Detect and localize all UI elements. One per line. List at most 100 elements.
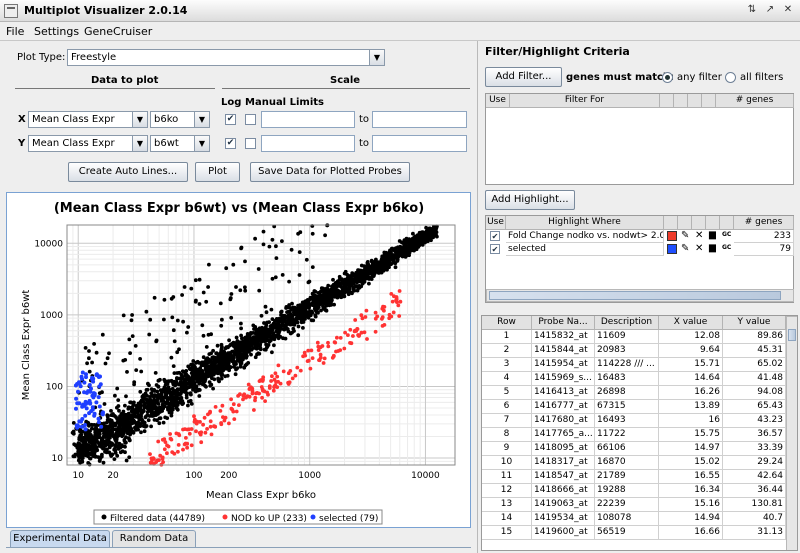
table-cell: 16870 — [595, 456, 659, 470]
data-point-filtered — [220, 317, 224, 322]
genecruiser-icon[interactable]: GC — [722, 231, 731, 238]
plot-button[interactable]: Plot — [195, 162, 240, 182]
any-filter-radio[interactable] — [662, 72, 673, 83]
column-header[interactable]: Y value — [723, 316, 786, 330]
table-row[interactable]: ✔ selected ✎ ✕ ▆ GC 79 — [486, 243, 794, 256]
table-row[interactable]: 10 1418317_at 16870 15.02 29.24 — [482, 456, 786, 470]
table-cell: 1418547_at — [532, 470, 595, 484]
table-row[interactable]: 7 1417680_at 16493 16 43.23 — [482, 414, 786, 428]
table-row[interactable]: ✔ Fold Change nodko vs. nodwt> 2.0 ✎ ✕ ▆… — [486, 230, 794, 243]
x-class-select[interactable]: b6ko ▼ — [150, 111, 210, 128]
save-data-button[interactable]: Save Data for Plotted Probes — [250, 162, 410, 182]
table-row[interactable]: 5 1416413_at 26898 16.26 94.08 — [482, 386, 786, 400]
table-row[interactable]: 1 1415832_at 11609 12.08 89.86 — [482, 330, 786, 344]
table-cell: 65.43 — [723, 400, 786, 414]
delete-icon[interactable]: ✕ — [695, 243, 703, 254]
pencil-icon[interactable]: ✎ — [681, 230, 689, 241]
menu-settings[interactable]: Settings — [34, 25, 79, 38]
data-point-nod-ko-up — [331, 354, 336, 359]
data-point-filtered — [372, 273, 376, 278]
use-checkbox[interactable]: ✔ — [490, 244, 500, 254]
y-min-field[interactable] — [261, 135, 355, 152]
data-point-nod-ko-up — [212, 424, 216, 429]
color-swatch[interactable] — [667, 231, 677, 241]
table-row[interactable]: 11 1418547_at 21789 16.55 42.64 — [482, 470, 786, 484]
data-point-filtered — [239, 348, 244, 353]
table-row[interactable]: 14 1419534_at 108078 14.94 40.7 — [482, 512, 786, 526]
x-manual-checkbox[interactable] — [245, 114, 256, 125]
table-row[interactable]: 2 1415844_at 20983 9.64 45.31 — [482, 344, 786, 358]
use-checkbox[interactable]: ✔ — [490, 231, 500, 241]
y-log-checkbox[interactable]: ✔ — [225, 138, 236, 149]
data-point-nod-ko-up — [317, 358, 322, 363]
data-point-nod-ko-up — [326, 344, 331, 349]
color-swatch[interactable] — [667, 244, 677, 254]
data-point-filtered — [280, 273, 285, 277]
data-point-nod-ko-up — [338, 336, 343, 340]
scrollbar-thumb[interactable] — [489, 291, 781, 300]
table-row[interactable]: 4 1415969_s... 16483 14.64 41.48 — [482, 372, 786, 386]
data-point-selected — [84, 375, 88, 380]
genecruiser-icon[interactable]: GC — [722, 244, 731, 251]
x-max-field[interactable] — [372, 111, 467, 128]
table-row[interactable]: 9 1418095_at 66106 14.97 33.39 — [482, 442, 786, 456]
data-point-filtered — [138, 424, 143, 428]
y-measure-select[interactable]: Mean Class Expr ▼ — [28, 135, 148, 152]
highlight-table[interactable]: Use Highlight Where # genes ✔ Fold Chang… — [485, 215, 794, 303]
restore-icon[interactable]: ⇅ — [744, 3, 760, 18]
x-min-field[interactable] — [261, 111, 355, 128]
column-header — [720, 216, 734, 230]
table-row[interactable]: 6 1416777_at 67315 13.89 65.43 — [482, 400, 786, 414]
table-row[interactable]: 15 1419600_at 56519 16.66 31.13 — [482, 526, 786, 540]
table-row[interactable]: 13 1419063_at 22239 15.16 130.81 — [482, 498, 786, 512]
data-point-nod-ko-up — [219, 422, 224, 427]
table-row[interactable]: 8 1417765_a... 11722 15.75 36.57 — [482, 428, 786, 442]
pencil-icon[interactable]: ✎ — [681, 243, 689, 254]
column-header[interactable]: Probe Na... — [532, 316, 595, 330]
y-manual-checkbox[interactable] — [245, 138, 256, 149]
data-point-filtered — [197, 394, 202, 398]
data-point-filtered — [72, 442, 77, 447]
column-header[interactable]: X value — [659, 316, 723, 330]
data-point-filtered — [219, 323, 224, 328]
vertical-scrollbar[interactable] — [786, 316, 797, 550]
data-point-filtered — [122, 438, 127, 443]
table-body: 1 1415832_at 11609 12.08 89.86 2 1415844_at 209… — [482, 330, 786, 550]
filter-table[interactable]: Use Filter For # genes — [485, 93, 794, 185]
tab-random-data[interactable]: Random Data — [112, 530, 196, 547]
data-point-nod-ko-up — [346, 333, 350, 337]
delete-icon[interactable]: ✕ — [695, 230, 703, 241]
horizontal-scrollbar[interactable] — [486, 289, 794, 302]
column-header[interactable]: Row — [482, 316, 532, 330]
data-point-filtered — [172, 403, 177, 408]
table-row[interactable]: 12 1418666_at 19288 16.34 36.44 — [482, 484, 786, 498]
close-icon[interactable]: ✕ — [780, 3, 796, 18]
data-point-nod-ko-up — [267, 386, 272, 390]
y-max-field[interactable] — [372, 135, 467, 152]
tab-experimental-data[interactable]: Experimental Data — [10, 530, 110, 547]
data-point-filtered — [255, 337, 260, 342]
add-highlight-button[interactable]: Add Highlight... — [485, 190, 575, 210]
data-point-nod-ko-up — [208, 409, 213, 414]
menu-genecruiser[interactable]: GeneCruiser — [84, 25, 152, 38]
data-point-filtered — [123, 358, 128, 362]
scrollbar-thumb[interactable] — [788, 329, 796, 341]
data-point-filtered — [180, 293, 185, 297]
x-log-checkbox[interactable]: ✔ — [225, 114, 236, 125]
menu-file[interactable]: File — [6, 25, 24, 38]
save-icon[interactable]: ▆ — [709, 243, 716, 253]
scatter-chart[interactable]: (Mean Class Expr b6wt) vs (Mean Class Ex… — [7, 193, 470, 527]
data-point-nod-ko-up — [272, 377, 277, 382]
save-icon[interactable]: ▆ — [709, 230, 716, 240]
column-header[interactable]: Description — [595, 316, 659, 330]
plot-type-select[interactable]: Freestyle ▼ — [67, 49, 385, 66]
all-filters-radio[interactable] — [725, 72, 736, 83]
maximize-icon[interactable]: ↗ — [762, 3, 778, 18]
create-auto-lines-button[interactable]: Create Auto Lines... — [68, 162, 188, 182]
probe-data-table[interactable]: Row Probe Na... Description X value Y va… — [481, 315, 798, 551]
add-filter-button[interactable]: Add Filter... — [485, 67, 562, 87]
table-row[interactable]: 3 1415954_at 114228 /// ... 15.71 65.02 — [482, 358, 786, 372]
x-measure-select[interactable]: Mean Class Expr ▼ — [28, 111, 148, 128]
data-point-filtered — [237, 341, 242, 345]
y-class-select[interactable]: b6wt ▼ — [150, 135, 210, 152]
